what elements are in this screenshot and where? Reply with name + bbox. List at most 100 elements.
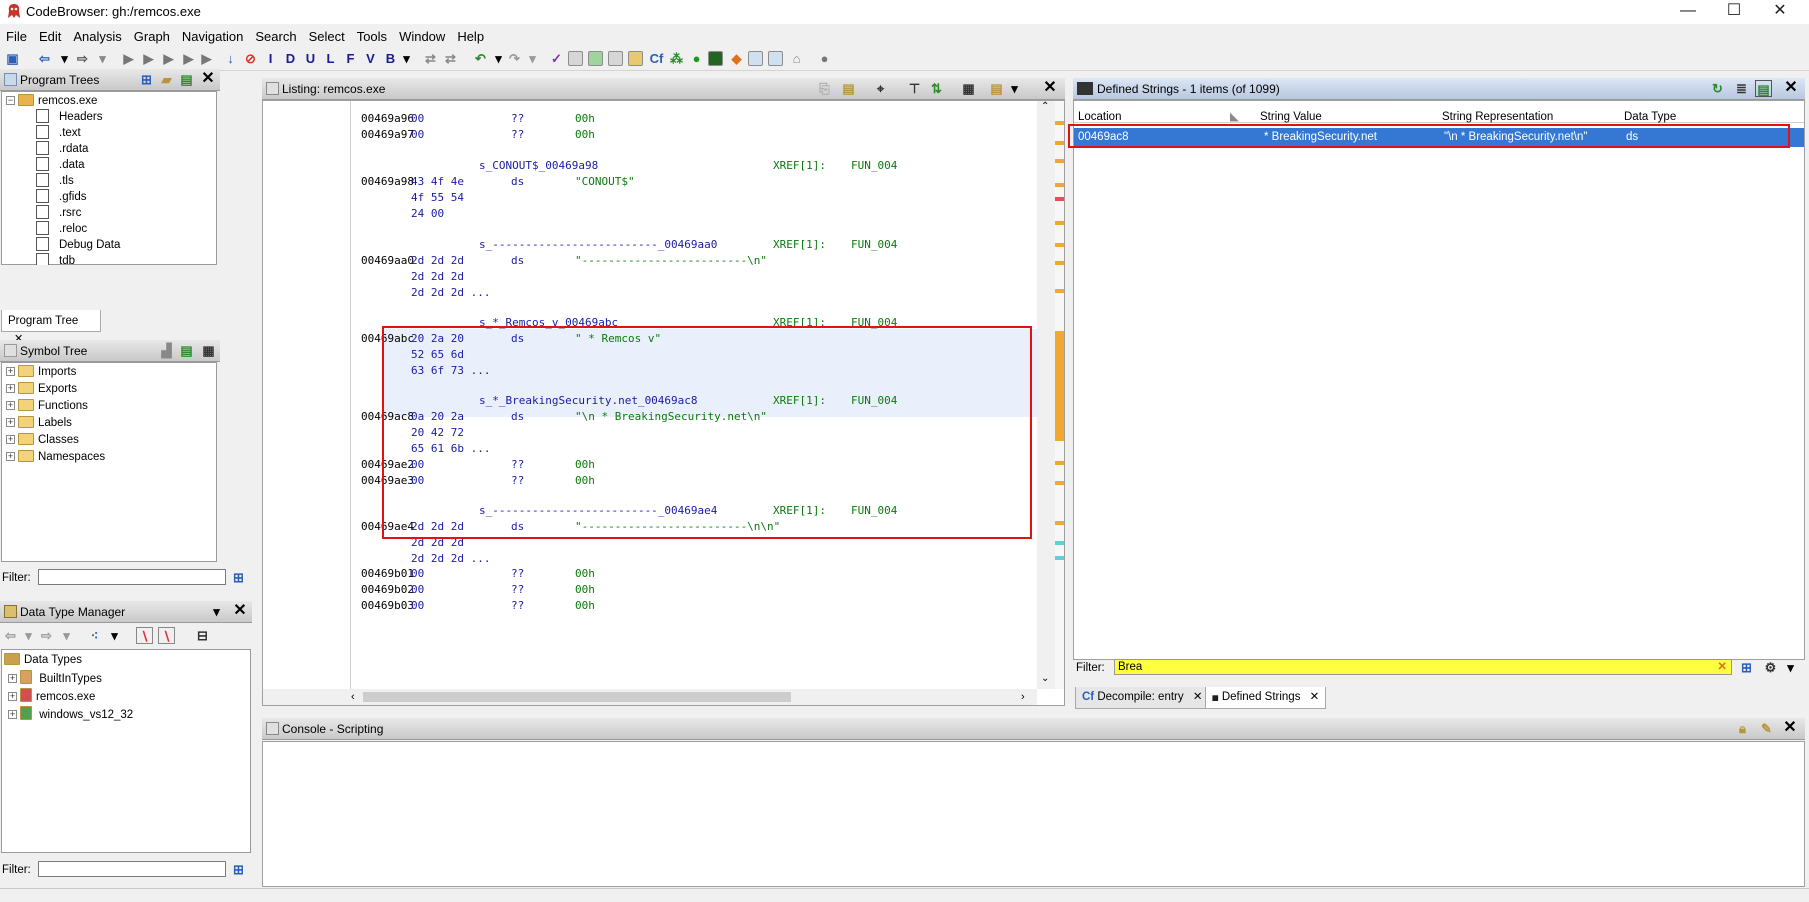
folder-icon[interactable]: ▰: [158, 71, 175, 88]
snapshot-icon[interactable]: ▦: [200, 342, 217, 359]
listing-address[interactable]: 00469a96: [361, 111, 414, 127]
add-tree-icon[interactable]: ▤: [178, 71, 195, 88]
listing-address[interactable]: 00469aa0: [361, 253, 414, 269]
listing-string-label[interactable]: s_-------------------------_00469aa0: [479, 237, 717, 253]
tab-decompile-entry[interactable]: Cf Decompile: entry ✕: [1075, 687, 1210, 709]
bookmark-b-button[interactable]: B: [382, 50, 399, 67]
nav-data-icon[interactable]: ▶: [160, 50, 177, 67]
memory-icon[interactable]: [588, 51, 603, 66]
decompile-icon[interactable]: Cf: [648, 50, 665, 67]
listing-operand[interactable]: "CONOUT$": [575, 174, 635, 190]
open-tree-icon[interactable]: ⊞: [138, 71, 155, 88]
listing-operand[interactable]: 00h: [575, 582, 595, 598]
listing-bytes[interactable]: 2d 2d 2d ...: [411, 285, 490, 301]
listing-operand[interactable]: 00h: [575, 566, 595, 582]
clear-console-icon[interactable]: ✎: [1758, 720, 1775, 737]
listing-bytes[interactable]: 00: [411, 127, 424, 143]
listing-string-label[interactable]: s_CONOUT$_00469a98: [479, 158, 598, 174]
refresh-icon[interactable]: ↻: [1709, 80, 1726, 97]
menu-select[interactable]: Select: [303, 26, 351, 44]
scroll-left-icon[interactable]: ‹: [351, 691, 355, 703]
listing-code-row[interactable]: 00469a97 00?? 00h: [263, 127, 1033, 143]
paste-icon[interactable]: ▤: [840, 80, 857, 97]
dtm-filter-pointers-icon[interactable]: ∖: [158, 627, 175, 644]
undo-dropdown-icon[interactable]: ▾: [490, 50, 507, 67]
dtm-filter-arrays-icon[interactable]: ∖: [136, 627, 153, 644]
clear-filter-icon[interactable]: ✕: [1717, 660, 1727, 674]
tree-item-debug-data[interactable]: Debug Data: [36, 237, 120, 253]
nav-prev-icon[interactable]: ▶: [120, 50, 137, 67]
menu-help[interactable]: Help: [451, 26, 490, 44]
listing-bytes[interactable]: 4f 55 54: [411, 190, 464, 206]
tab-program-tree[interactable]: Program Tree ✕: [1, 310, 101, 345]
symbol-imports[interactable]: + Imports: [6, 364, 76, 380]
listing-menu-icon[interactable]: ▾: [1006, 80, 1023, 97]
diff-view-icon[interactable]: ⇅: [928, 80, 945, 97]
forward-dropdown-icon[interactable]: ▾: [94, 50, 111, 67]
listing-code-row[interactable]: 00469b01 00?? 00h: [263, 566, 1033, 582]
table-options-icon[interactable]: ≣: [1733, 80, 1750, 97]
back-icon[interactable]: ⇦: [36, 50, 53, 67]
scroll-right-icon[interactable]: ›: [1021, 691, 1025, 703]
tree-item-rdata[interactable]: .rdata: [36, 141, 88, 157]
dtm-menu-icon[interactable]: ▾: [208, 603, 225, 620]
listing-hscrollbar[interactable]: ‹ ›: [263, 689, 1037, 705]
run-icon[interactable]: ●: [688, 50, 705, 67]
strings-filter-dropdown-icon[interactable]: ▾: [1782, 659, 1799, 676]
merge-icon[interactable]: ⇄: [422, 50, 439, 67]
menu-window[interactable]: Window: [393, 26, 451, 44]
listing-address[interactable]: 00469b02: [361, 582, 414, 598]
listing-xref-function[interactable]: FUN_004: [851, 237, 897, 253]
listing-label-row[interactable]: s_-------------------------_00469aa0 XREF…: [263, 237, 1033, 253]
symbol-classes[interactable]: + Classes: [6, 432, 79, 448]
forward-icon[interactable]: ⇨: [74, 50, 91, 67]
col-string-value[interactable]: String Value: [1260, 111, 1322, 123]
minimize-button[interactable]: —: [1665, 0, 1711, 24]
listing-code-row[interactable]: 00469a96 00?? 00h: [263, 111, 1033, 127]
listing-operand[interactable]: 00h: [575, 127, 595, 143]
listing-mnemonic[interactable]: ??: [511, 582, 524, 598]
save-icon[interactable]: ▣: [4, 50, 21, 67]
undefined-u-button[interactable]: U: [302, 50, 319, 67]
b-dropdown-icon[interactable]: ▾: [398, 50, 415, 67]
listing-options-icon[interactable]: ▤: [988, 80, 1005, 97]
menu-analysis[interactable]: Analysis: [67, 26, 127, 44]
listing-code-row[interactable]: 4f 55 54: [263, 190, 1033, 206]
menu-search[interactable]: Search: [249, 26, 302, 44]
menu-file[interactable]: File: [0, 26, 33, 44]
dtm-builtin-types[interactable]: + BuiltInTypes: [8, 670, 102, 686]
listing-bytes[interactable]: 2d 2d 2d: [411, 253, 464, 269]
help-icon[interactable]: ●: [816, 50, 833, 67]
listing-mnemonic[interactable]: ??: [511, 566, 524, 582]
listing-bytes[interactable]: 2d 2d 2d: [411, 269, 464, 285]
dtm-filter-options-icon[interactable]: ⊞: [230, 861, 247, 878]
hscroll-thumb[interactable]: [363, 692, 791, 702]
symbol-filter-options-icon[interactable]: ⊞: [230, 569, 247, 586]
tree-item-tdb[interactable]: tdb: [36, 253, 75, 265]
registers-icon[interactable]: [608, 51, 623, 66]
listing-address[interactable]: 00469b03: [361, 598, 414, 614]
close-datatype-manager-icon[interactable]: ✕: [232, 603, 248, 619]
listing-mnemonic[interactable]: ??: [511, 127, 524, 143]
scroll-up-icon[interactable]: ⌃: [1041, 101, 1049, 112]
listing-code-row[interactable]: 00469b03 00?? 00h: [263, 598, 1033, 614]
dtm-forward-dropdown-icon[interactable]: ▾: [58, 627, 75, 644]
tree-item-data[interactable]: .data: [36, 157, 85, 173]
strings-filter-input[interactable]: Brea ✕: [1114, 659, 1732, 675]
tree-item-reloc[interactable]: .reloc: [36, 221, 87, 237]
diamond-icon[interactable]: ◆: [728, 50, 745, 67]
snapshot-camera-icon[interactable]: ▦: [960, 80, 977, 97]
symbol-filter-input[interactable]: [38, 569, 226, 585]
tree-root-remcos[interactable]: − remcos.exe: [6, 93, 97, 109]
dtm-back-icon[interactable]: ⇦: [2, 627, 19, 644]
listing-vscrollbar[interactable]: ⌃ ⌄: [1037, 101, 1055, 689]
close-program-trees-icon[interactable]: ✕: [200, 71, 216, 87]
function-graph-icon[interactable]: ⁂: [668, 50, 685, 67]
maximize-button[interactable]: ☐: [1711, 0, 1757, 24]
listing-bytes[interactable]: 43 4f 4e: [411, 174, 464, 190]
listing-mnemonic[interactable]: ??: [511, 111, 524, 127]
check-icon[interactable]: ✓: [548, 50, 565, 67]
listing-label-row[interactable]: s_CONOUT$_00469a98 XREF[1]: FUN_004: [263, 158, 1033, 174]
tree-item-tls[interactable]: .tls: [36, 173, 74, 189]
listing-operand[interactable]: 00h: [575, 111, 595, 127]
